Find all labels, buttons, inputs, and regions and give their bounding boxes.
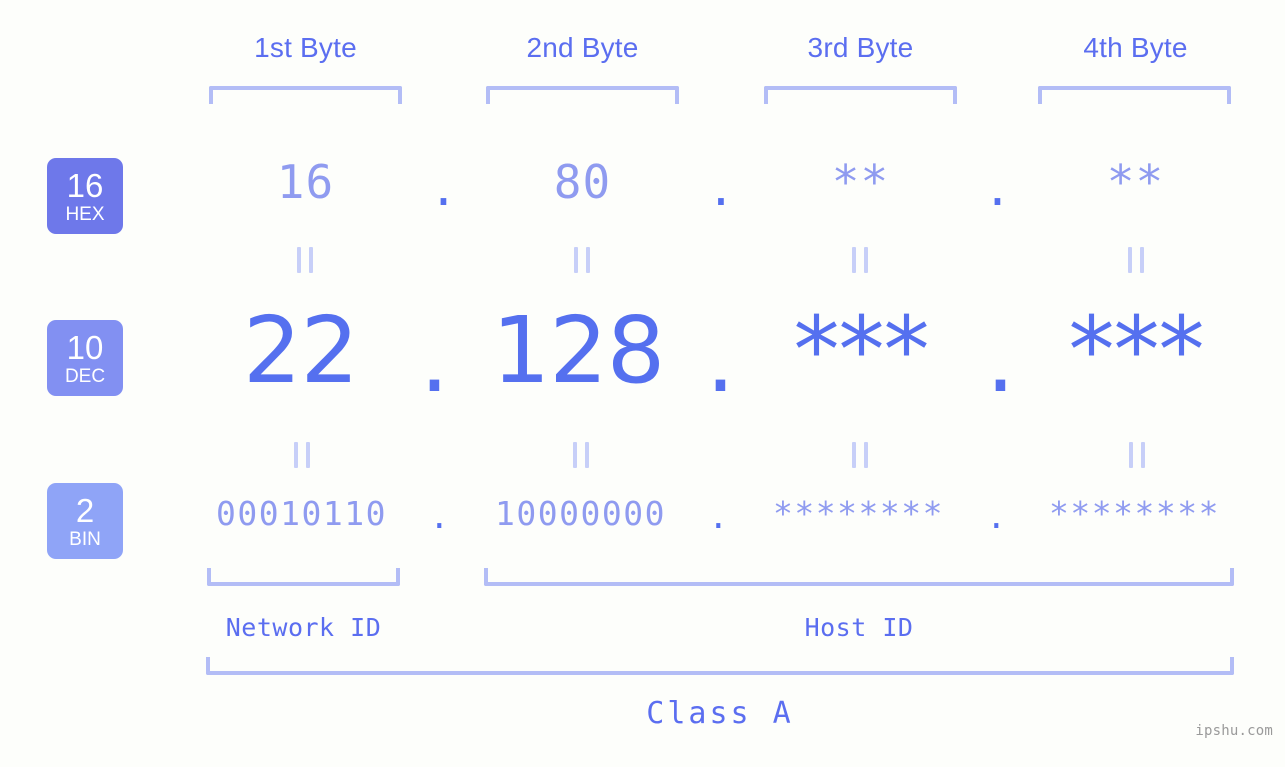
equals-mark-dec-bin-3 (852, 442, 868, 468)
host-id-label: Host ID (804, 613, 914, 642)
byte-bracket-top-1 (209, 86, 402, 104)
host-id-bracket (484, 568, 1234, 586)
hex-separator-3: . (983, 162, 1013, 216)
base-badge-hex-number: 16 (66, 166, 104, 204)
equals-mark-hex-dec-1 (297, 247, 313, 273)
equals-mark-dec-bin-2 (573, 442, 589, 468)
hex-separator-1: . (429, 162, 459, 216)
equals-mark-hex-dec-4 (1128, 247, 1144, 273)
base-badge-hex: 16 HEX (47, 158, 123, 234)
dec-separator-3: . (985, 306, 1015, 413)
class-bracket (206, 657, 1234, 675)
network-id-label: Network ID (225, 613, 382, 642)
byte-header-3: 3rd Byte (807, 32, 914, 63)
bin-separator-2: . (708, 497, 730, 536)
ip-byte-diagram: 1st Byte 2nd Byte 3rd Byte 4th Byte 16 H… (0, 0, 1285, 767)
byte-header-4: 4th Byte (1083, 32, 1188, 63)
dec-separator-1: . (419, 306, 449, 413)
base-badge-bin-abbr: BIN (69, 528, 101, 550)
base-badge-bin-number: 2 (75, 491, 95, 529)
base-badge-bin: 2 BIN (47, 483, 123, 559)
bin-byte-4: ******** (1049, 494, 1220, 533)
dec-byte-3: *** (793, 297, 930, 404)
base-badge-dec-number: 10 (66, 328, 104, 366)
equals-mark-dec-bin-4 (1129, 442, 1145, 468)
byte-bracket-top-2 (486, 86, 679, 104)
equals-mark-hex-dec-3 (852, 247, 868, 273)
hex-separator-2: . (707, 162, 736, 216)
dec-separator-2: . (705, 306, 735, 413)
bin-separator-1: . (429, 497, 451, 536)
bin-byte-2: 10000000 (495, 494, 666, 533)
dec-byte-2: 128 (491, 297, 666, 404)
equals-mark-hex-dec-2 (574, 247, 590, 273)
hex-byte-4: ** (1106, 155, 1165, 209)
base-badge-dec-abbr: DEC (64, 365, 106, 387)
equals-mark-dec-bin-1 (294, 442, 310, 468)
base-badge-dec: 10 DEC (47, 320, 123, 396)
hex-byte-3: ** (831, 155, 890, 209)
byte-header-1: 1st Byte (254, 32, 357, 63)
class-label: Class A (646, 696, 794, 731)
hex-byte-2: 80 (553, 155, 612, 209)
bin-byte-3: ******** (773, 494, 944, 533)
dec-byte-4: *** (1068, 297, 1205, 404)
network-id-bracket (207, 568, 400, 586)
base-badge-hex-abbr: HEX (65, 203, 105, 225)
hex-byte-1: 16 (276, 155, 335, 209)
site-watermark: ipshu.com (1195, 723, 1273, 739)
bin-separator-3: . (986, 497, 1008, 536)
byte-header-2: 2nd Byte (526, 32, 639, 63)
byte-bracket-top-3 (764, 86, 957, 104)
bin-byte-1: 00010110 (216, 494, 387, 533)
byte-bracket-top-4 (1038, 86, 1231, 104)
dec-byte-1: 22 (242, 297, 359, 404)
